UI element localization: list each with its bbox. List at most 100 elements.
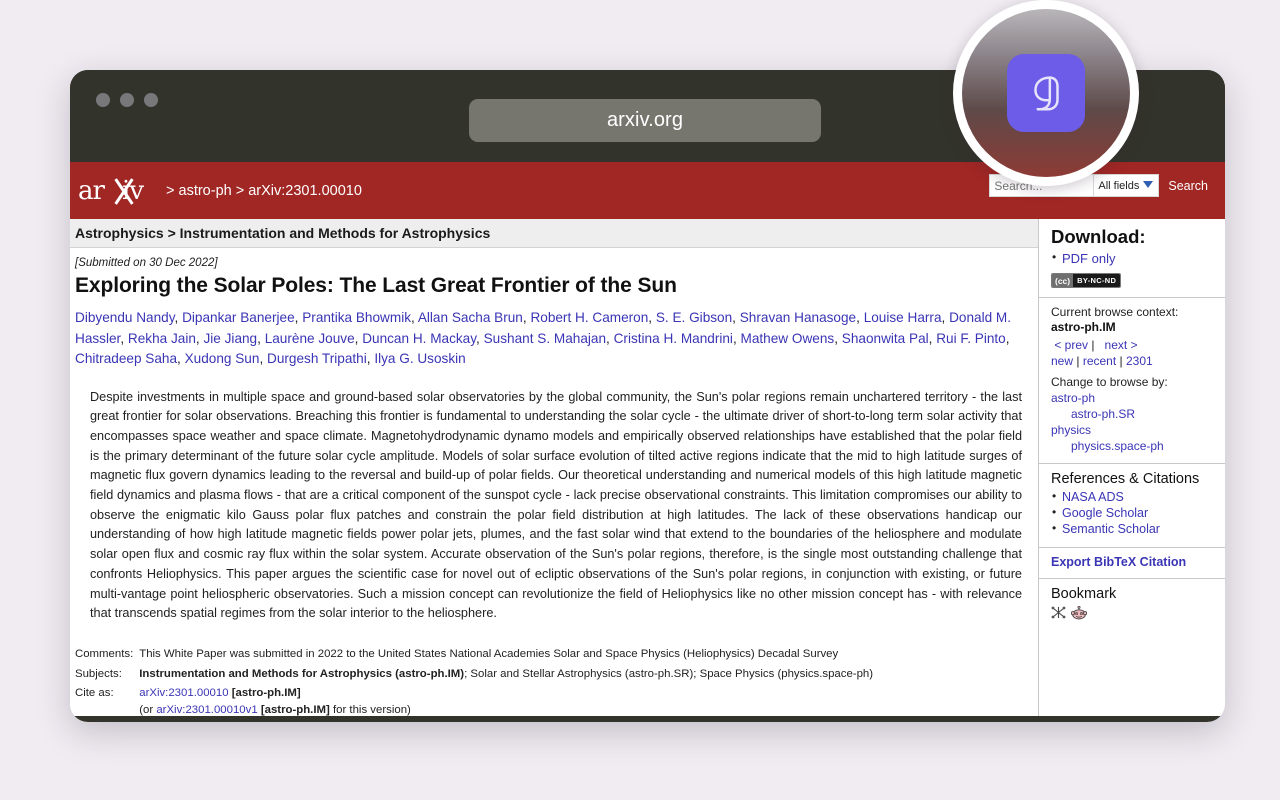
sidebar-bookmark-block: Bookmark [1039,579,1225,629]
author-link[interactable]: Rui F. Pinto [936,331,1006,346]
change-browse-label: Change to browse by: [1051,375,1168,389]
author-link[interactable]: Ilya G. Usoskin [374,351,465,366]
change-browse-section: Change to browse by: astro-ph astro-ph.S… [1051,375,1215,454]
cite-id-link[interactable]: arXiv:2301.00010 [139,687,228,699]
arxiv-logo-iv: iv [122,175,144,206]
browse-link-astro-ph[interactable]: astro-ph [1051,390,1095,406]
maximize-window-icon[interactable] [144,93,158,107]
author-link[interactable]: Prantika Bhowmik [302,310,411,325]
arxiv-logo-ar: ar [78,175,105,206]
recent-listing-link[interactable]: recent [1083,354,1116,368]
author-link[interactable]: Chitradeep Saha [75,351,177,366]
sidebar-item-pdf-only[interactable]: PDF only [1062,251,1115,266]
author-separator: , [411,310,418,325]
author-separator: , [120,330,128,346]
author-link[interactable]: Dibyendu Nandy [75,310,175,325]
browse-context-label: Current browse context: [1051,305,1179,319]
author-link[interactable]: Cristina H. Mandrini [614,331,733,346]
sidebar-item-semantic-scholar[interactable]: Semantic Scholar [1062,522,1160,536]
author-separator: , [732,330,741,346]
author-separator: , [856,310,864,325]
author-link[interactable]: Dipankar Banerjee [182,310,295,325]
paper-nav: < prev | next > new | recent | 2301 [1051,337,1215,369]
author-separator: , [476,330,484,346]
sidebar-item-google-scholar[interactable]: Google Scholar [1062,506,1148,520]
close-window-icon[interactable] [96,93,110,107]
browse-link-row: physics.space-ph [1051,438,1215,454]
author-link[interactable]: Sushant S. Mahajan [484,331,606,346]
author-link[interactable]: Durgesh Tripathi [267,351,367,366]
breadcrumb-archive-link[interactable]: astro-ph [179,183,232,199]
bookmark-heading: Bookmark [1051,586,1117,602]
breadcrumb-sep-1: > [166,182,175,199]
screenshot-stage: arxiv.org ar iv > astro-ph > arXiv:2301.… [0,0,1280,800]
comments-value: This White Paper was submitted in 2022 t… [139,648,839,661]
search-button[interactable]: Search [1159,174,1217,197]
author-link[interactable]: Robert H. Cameron [530,310,648,325]
sidebar-item-nasa-ads[interactable]: NASA ADS [1062,490,1124,504]
nav-separator-1: | [1091,338,1095,352]
subjects-primary: Instrumentation and Methods for Astrophy… [139,667,465,680]
author-separator: , [174,310,183,325]
browse-context-value: astro-ph.IM [1051,320,1116,334]
sidebar: Download: PDF only (cc) BY-NC-ND Current… [1038,219,1225,722]
list-item: Semantic Scholar [1051,521,1215,537]
bibsonomy-icon[interactable] [1051,606,1067,620]
purple-app-icon[interactable] [1007,54,1085,132]
search-scope-select[interactable]: All fields [1093,174,1160,197]
references-links: NASA ADS Google Scholar Semantic Scholar [1051,489,1215,537]
browse-link-astro-ph-sr[interactable]: astro-ph.SR [1071,406,1135,422]
breadcrumb-paper-id: arXiv:2301.00010 [248,182,362,199]
author-link[interactable]: Rekha Jain [128,331,196,346]
new-listing-link[interactable]: new [1051,354,1073,368]
submitted-date: [Submitted on 30 Dec 2022] [75,257,218,269]
subjects-rest: ; Solar and Stellar Astrophysics (astro-… [464,667,874,680]
cite-tag: [astro-ph.IM] [231,687,301,700]
cite-version-tag: [astro-ph.IM] [260,703,330,716]
references-heading: References & Citations [1051,471,1200,487]
author-link[interactable]: Allan Sacha Brun [418,310,523,325]
chevron-down-icon [1143,181,1154,188]
subjects-value: Instrumentation and Methods for Astrophy… [139,664,873,684]
author-link[interactable]: Shaonwita Pal [842,331,929,346]
app-glyph-icon [1034,76,1059,111]
sidebar-browse-block: Current browse context: astro-ph.IM < pr… [1039,298,1225,464]
main-column: Astrophysics > Instrumentation and Metho… [70,219,1038,722]
author-link[interactable]: Jie Jiang [203,331,257,346]
magnifier-overlay [953,0,1139,186]
cite-version-pre: (or [139,703,157,716]
list-item: Google Scholar [1051,505,1215,521]
subject-breadcrumb-bar: Astrophysics > Instrumentation and Metho… [70,219,1038,248]
author-link[interactable]: Louise Harra [864,310,942,325]
license-badge[interactable]: (cc) BY-NC-ND [1051,273,1122,288]
list-item: PDF only [1051,250,1215,267]
author-separator: , [834,330,842,346]
browse-link-row: astro-ph [1051,390,1215,406]
next-paper-link[interactable]: next > [1105,338,1138,352]
export-bibtex-link[interactable]: Export BibTeX Citation [1051,555,1186,569]
browse-link-physics-space-ph[interactable]: physics.space-ph [1071,438,1164,454]
prev-paper-link[interactable]: < prev [1054,338,1088,352]
minimize-window-icon[interactable] [120,93,134,107]
download-heading: Download: [1051,226,1146,247]
author-link[interactable]: S. E. Gibson [656,310,732,325]
viewport-bottom-edge [70,716,1225,722]
author-separator: , [941,310,950,325]
arxiv-logo[interactable]: ar iv [78,174,158,208]
author-link[interactable]: Shravan Hanasoge [740,310,856,325]
nav-separator-2: | [1076,354,1080,368]
author-list: Dibyendu Nandy, Dipankar Banerjee, Prant… [70,298,1038,370]
author-link[interactable]: Duncan H. Mackay [362,331,476,346]
browse-link-row: physics [1051,422,1215,438]
cite-version-link[interactable]: arXiv:2301.00010v1 [156,704,257,716]
author-link[interactable]: Mathew Owens [741,331,835,346]
reddit-icon[interactable] [1071,606,1087,620]
month-listing-link[interactable]: 2301 [1126,354,1153,368]
address-bar[interactable]: arxiv.org [469,99,821,142]
author-link[interactable]: Laurène Jouve [265,331,355,346]
paper-metadata-table: Comments: This White Paper was submitted… [75,645,873,722]
browse-link-physics[interactable]: physics [1051,422,1091,438]
author-link[interactable]: Xudong Sun [185,351,260,366]
window-traffic-lights[interactable] [96,93,158,107]
listing-nav: new | recent | 2301 [1051,353,1215,369]
